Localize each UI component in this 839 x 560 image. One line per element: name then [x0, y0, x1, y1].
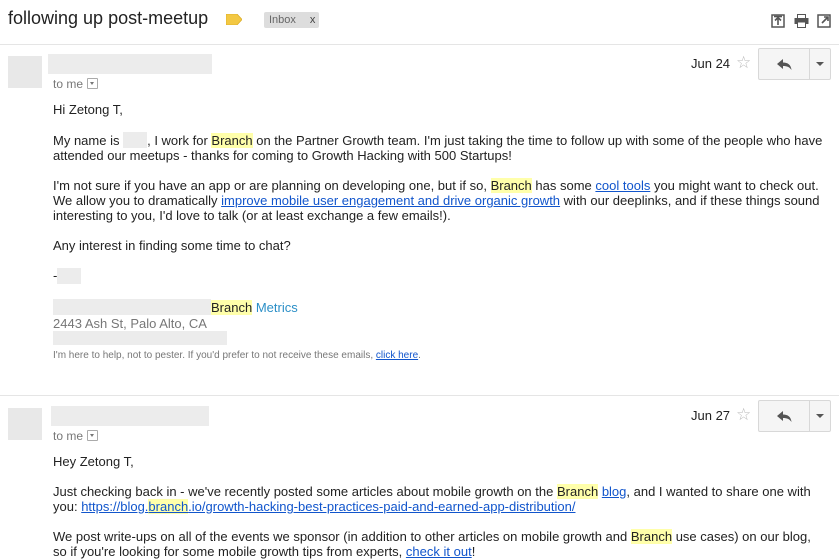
paragraph-pitch: I'm not sure if you have an app or are p…: [53, 178, 820, 223]
reply-icon: [776, 58, 791, 70]
message-date: Jun 24: [691, 56, 731, 71]
chevron-down-icon: [816, 414, 824, 418]
paragraph-ask: Any interest in finding some time to cha…: [53, 238, 291, 253]
branch-blog-link[interactable]: Branch blog: [556, 484, 626, 499]
paragraph-blog: Just checking back in - we've recently p…: [53, 484, 811, 514]
signature-contact: [53, 331, 828, 348]
reply-button-group: [758, 48, 831, 80]
inbox-label-chip: Inbox x: [264, 12, 320, 28]
importance-marker-icon[interactable]: [226, 14, 242, 25]
thread-actions: [771, 14, 831, 28]
cool-tools-link[interactable]: cool tools: [595, 178, 650, 193]
sender-name-redacted: [51, 406, 209, 426]
reply-button[interactable]: [759, 49, 810, 79]
chevron-down-icon: [816, 62, 824, 66]
star-icon[interactable]: ☆: [736, 53, 751, 73]
recipient-line: to me: [53, 77, 99, 91]
paragraph-intro: My name is , I work for Branch on the Pa…: [53, 132, 823, 163]
recipient-line: to me: [53, 429, 99, 443]
star-icon[interactable]: ☆: [736, 405, 751, 425]
check-it-out-link[interactable]: check it out: [406, 544, 472, 559]
to-me-label: to me: [53, 77, 84, 91]
metrics-link[interactable]: Metrics: [256, 300, 298, 315]
inbox-label-text: Inbox: [269, 14, 296, 26]
greeting: Hi Zetong T,: [53, 102, 123, 117]
sender-avatar: [8, 56, 42, 88]
name-redacted: [123, 132, 148, 148]
message-date: Jun 27: [691, 408, 731, 423]
reply-button[interactable]: [759, 401, 810, 431]
signature-dash: -: [53, 268, 828, 284]
unsubscribe-link[interactable]: click here: [376, 350, 418, 361]
show-details-dropdown[interactable]: [87, 78, 99, 89]
more-options-button[interactable]: [810, 49, 830, 79]
blog-article-link[interactable]: https://blog.branch.io/growth-hacking-be…: [81, 499, 575, 514]
greeting: Hey Zetong T,: [53, 454, 134, 469]
reply-icon: [776, 410, 791, 422]
show-details-dropdown[interactable]: [87, 430, 99, 441]
message-divider: [0, 395, 839, 396]
remove-label-button[interactable]: x: [310, 14, 316, 26]
expand-all-icon[interactable]: [771, 14, 785, 28]
new-window-icon[interactable]: [817, 14, 831, 28]
unsubscribe-footer: I'm here to help, not to pester. If you'…: [53, 350, 421, 361]
paragraph-events: We post write-ups on all of the events w…: [53, 529, 811, 559]
reply-button-group: [758, 400, 831, 432]
thread-header: following up post-meetup Inbox x: [0, 0, 839, 45]
sender-avatar: [8, 408, 42, 440]
contact-redacted: [53, 331, 227, 345]
signature-name-redacted: [57, 268, 82, 284]
improve-engagement-link[interactable]: improve mobile user engagement and drive…: [221, 193, 560, 208]
message-body: Hi Zetong T, My name is , I work for Bra…: [53, 102, 828, 363]
sender-name-redacted: [48, 54, 212, 74]
print-icon[interactable]: [794, 14, 809, 28]
thread-subject: following up post-meetup: [8, 8, 209, 28]
signature-title-redacted: [53, 299, 211, 315]
signature-company: Branch Metrics: [53, 299, 828, 315]
more-options-button[interactable]: [810, 401, 830, 431]
signature-address: 2443 Ash St, Palo Alto, CA: [53, 316, 207, 331]
to-me-label: to me: [53, 429, 84, 443]
message-body: Hey Zetong T, Just checking back in - we…: [53, 454, 828, 559]
